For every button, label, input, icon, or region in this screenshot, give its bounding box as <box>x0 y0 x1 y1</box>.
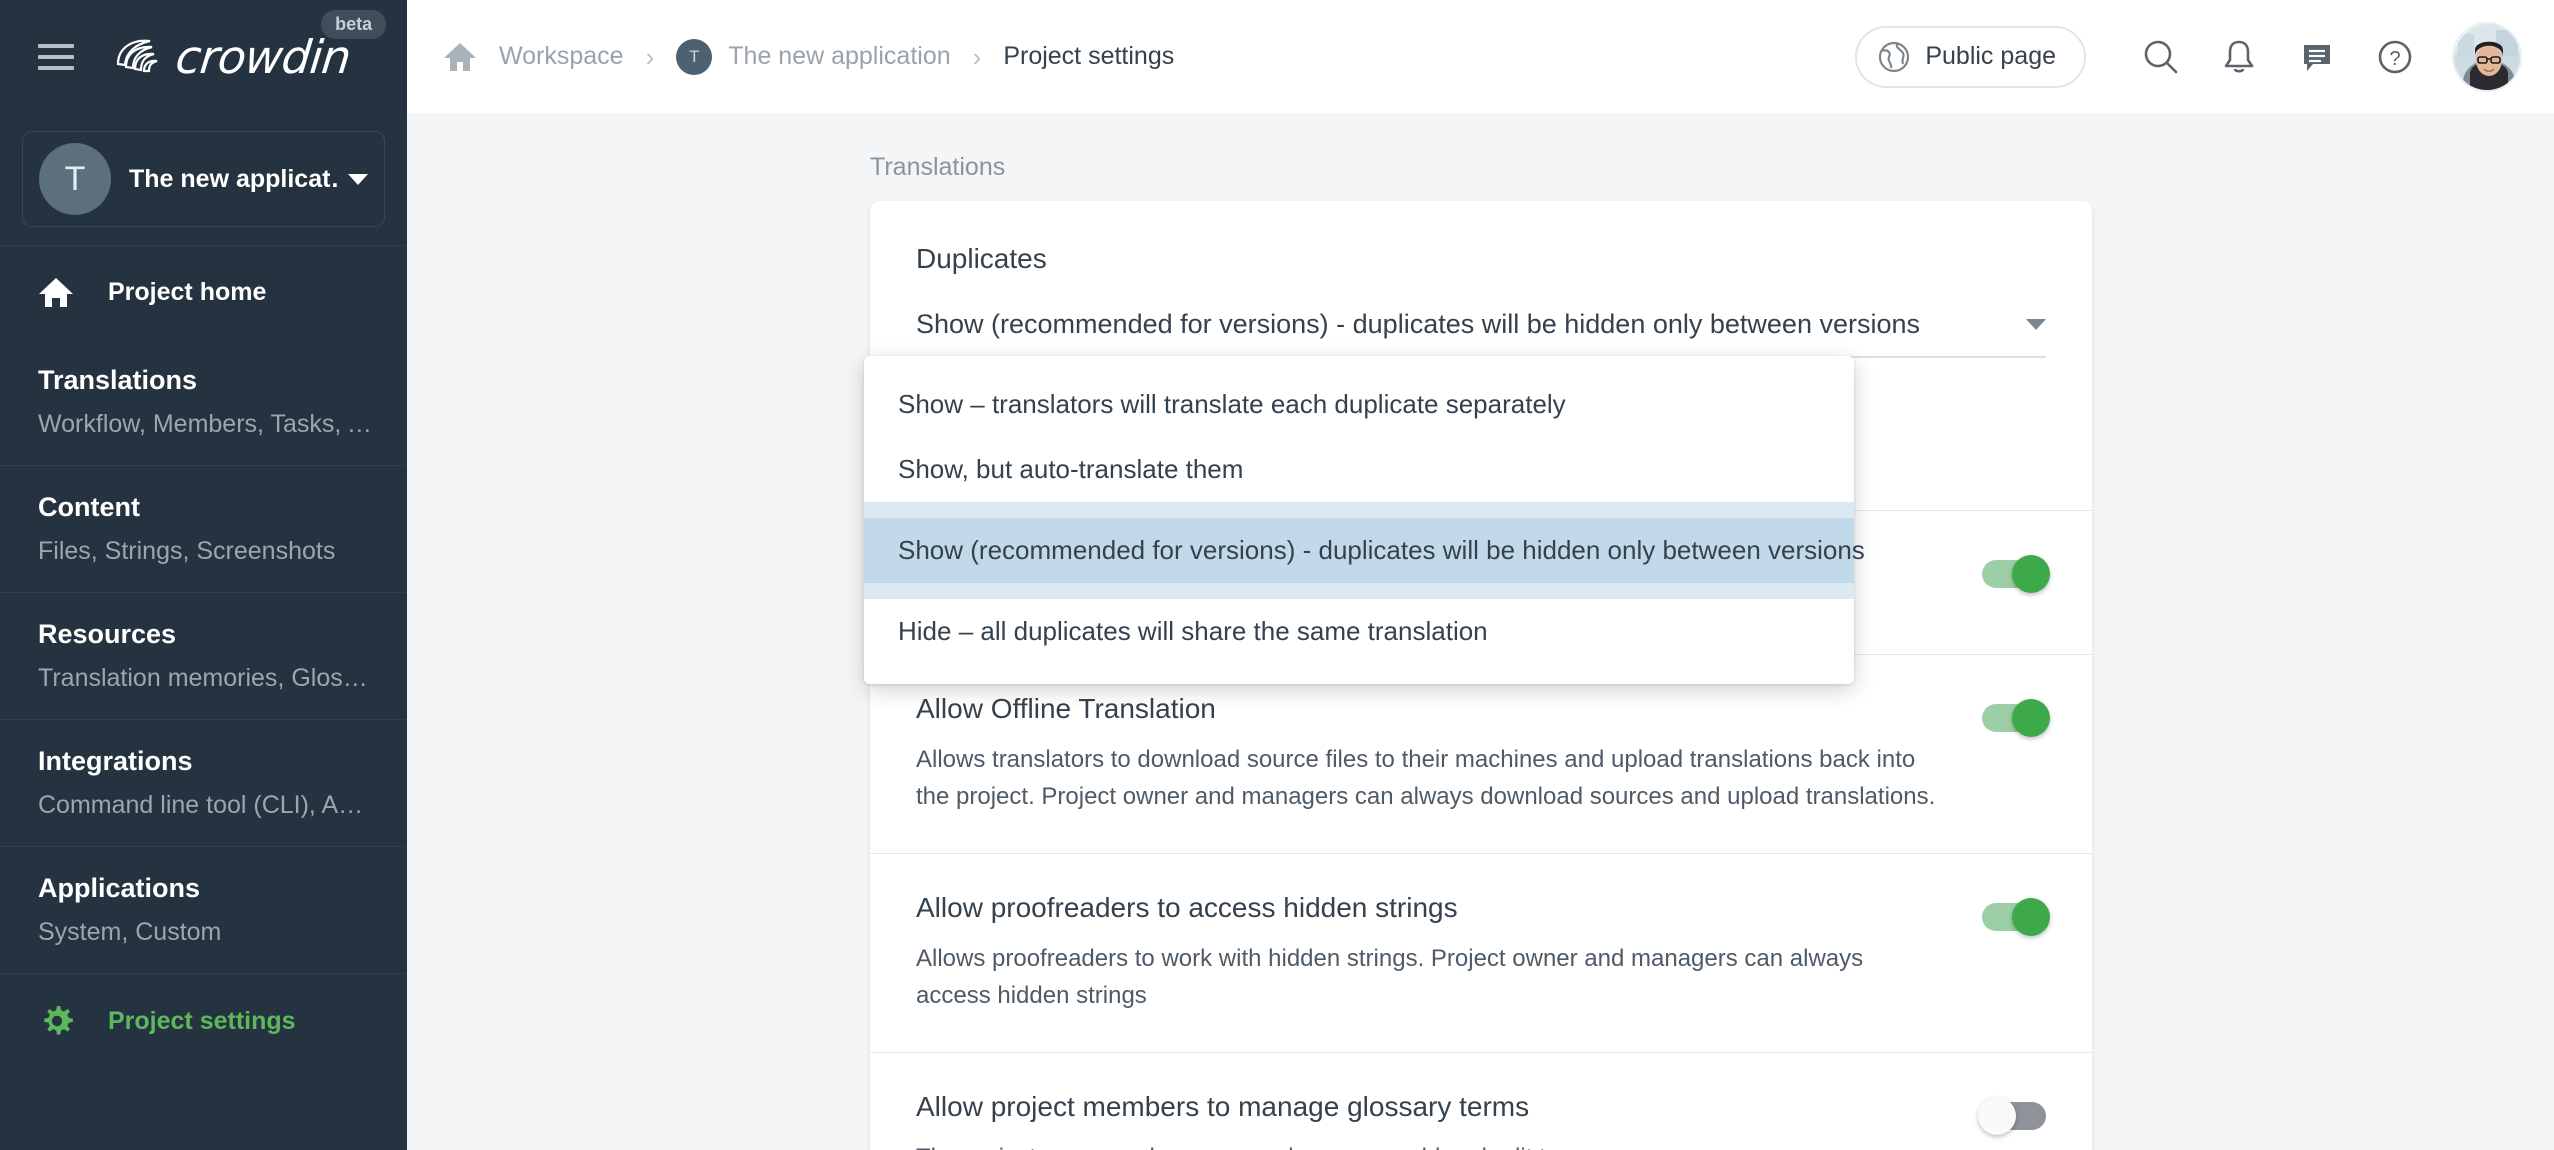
toggle-knob <box>2012 897 2050 936</box>
dropdown-selected-halo-top <box>864 502 1854 518</box>
toggle-allow-members-manage-glossary[interactable] <box>1978 1097 2046 1136</box>
toggle-knob <box>2012 554 2050 593</box>
chevron-down-icon <box>348 173 368 185</box>
sidebar-section-title: Content <box>38 492 140 522</box>
dropdown-option-3[interactable]: Hide – all duplicates will share the sam… <box>864 599 1854 664</box>
chevron-down-icon <box>2026 319 2046 330</box>
bell-icon[interactable] <box>2200 18 2278 96</box>
toggle-allow-offline-translation[interactable] <box>1982 698 2050 737</box>
top-bar: crowdin beta Workspace › T The new appli… <box>0 0 2554 113</box>
setting-text: Allow proofreaders to access hidden stri… <box>916 892 1982 1014</box>
svg-text:?: ? <box>2389 48 2400 70</box>
breadcrumb-item-project-settings: Project settings <box>1003 42 1175 70</box>
dropdown-selected-halo-bottom <box>864 583 1854 599</box>
setting-text: Allow Offline Translation Allows transla… <box>916 693 1982 815</box>
setting-description: Allows proofreaders to work with hidden … <box>916 944 1864 1010</box>
search-icon[interactable] <box>2122 18 2200 96</box>
project-name: The new applicat… <box>129 164 338 193</box>
setting-row-allow-members-manage-glossary: Allow project members to manage glossary… <box>870 1052 2092 1150</box>
sidebar-section-subtitle: System, Custom <box>38 918 222 946</box>
menu-icon[interactable] <box>38 43 74 70</box>
setting-text: Allow project members to manage glossary… <box>916 1091 1982 1150</box>
dropdown-option-2[interactable]: Show (recommended for versions) - duplic… <box>864 518 1865 583</box>
sidebar-item-resources[interactable]: Resources Translation memories, Glossari… <box>0 593 407 720</box>
brand-area: crowdin beta <box>0 0 407 113</box>
sidebar-item-label: Project settings <box>108 1006 296 1035</box>
breadcrumb-project-badge: T <box>676 38 713 75</box>
sidebar-item-applications[interactable]: Applications System, Custom <box>0 847 407 974</box>
duplicates-selected-value: Show (recommended for versions) - duplic… <box>916 309 1920 339</box>
sidebar-section-title: Applications <box>38 873 201 903</box>
sidebar-item-translations[interactable]: Translations Workflow, Members, Tasks, A… <box>0 339 407 466</box>
sidebar-section-subtitle: Workflow, Members, Tasks, Act… <box>38 410 407 438</box>
toggle-allow-proofreaders-hidden-strings[interactable] <box>1982 897 2050 936</box>
sidebar-item-project-home[interactable]: Project home <box>0 246 407 339</box>
setting-description: Allows translators to download source fi… <box>916 745 1936 810</box>
globe-icon <box>1879 41 1910 72</box>
home-icon <box>39 278 73 307</box>
sidebar-item-content[interactable]: Content Files, Strings, Screenshots <box>0 466 407 593</box>
section-label-translations: Translations <box>870 153 1006 181</box>
duplicates-label: Duplicates <box>916 243 1047 274</box>
sidebar-section-subtitle: Files, Strings, Screenshots <box>38 537 336 565</box>
sidebar-section-title: Translations <box>38 365 198 395</box>
help-icon[interactable]: ? <box>2356 18 2434 96</box>
duplicates-dropdown-menu: Show – translators will translate each d… <box>864 356 1865 684</box>
setting-description: The project owner and managers always ca… <box>916 1139 1942 1150</box>
sidebar-item-integrations[interactable]: Integrations Command line tool (CLI), AP… <box>0 720 407 847</box>
toggle-knob <box>1978 1097 2016 1136</box>
sidebar: T The new applicat… Project home Transla… <box>0 113 407 1150</box>
dropdown-option-1[interactable]: Show, but auto-translate them <box>864 437 1854 502</box>
logo-wordmark: crowdin <box>173 29 353 84</box>
toggle-knob <box>2012 698 2050 737</box>
dropdown-option-0[interactable]: Show – translators will translate each d… <box>864 372 1854 437</box>
main-content: Translations Duplicates Show (recommende… <box>407 113 2554 1150</box>
crowdin-logo[interactable]: crowdin beta <box>112 9 387 84</box>
crowdin-logo-mark <box>116 39 158 72</box>
public-page-label: Public page <box>1925 42 2056 70</box>
sidebar-item-label: Project home <box>108 278 267 306</box>
setting-title: Allow proofreaders to access hidden stri… <box>916 891 1458 923</box>
user-avatar[interactable] <box>2452 21 2522 92</box>
top-bar-content: Workspace › T The new application › Proj… <box>407 0 2554 113</box>
sidebar-section-subtitle: Command line tool (CLI), API, A… <box>38 791 407 819</box>
top-bar-actions: Public page ? <box>1855 18 2522 96</box>
sidebar-section-title: Resources <box>38 619 177 649</box>
duplicates-select[interactable]: Show (recommended for versions) - duplic… <box>916 309 2046 358</box>
breadcrumb-item-workspace[interactable]: Workspace <box>499 42 624 71</box>
public-page-button[interactable]: Public page <box>1855 25 2086 88</box>
toggle-hidden-row[interactable] <box>1982 554 2050 593</box>
project-avatar: T <box>39 143 111 215</box>
sidebar-item-project-settings[interactable]: Project settings <box>0 974 407 1068</box>
beta-badge: beta <box>321 9 387 39</box>
setting-title: Allow project members to manage glossary… <box>916 1091 1530 1123</box>
message-icon[interactable] <box>2278 18 2356 96</box>
gear-icon <box>44 1006 73 1035</box>
breadcrumb-item-project[interactable]: The new application <box>728 42 950 71</box>
setting-title: Allow Offline Translation <box>916 692 1216 724</box>
breadcrumb-separator-icon-2: › <box>972 41 982 72</box>
project-selector[interactable]: T The new applicat… <box>22 131 385 227</box>
home-icon[interactable] <box>443 41 477 73</box>
breadcrumb-separator-icon: › <box>645 41 655 72</box>
sidebar-section-subtitle: Translation memories, Glossari… <box>38 664 407 692</box>
sidebar-section-title: Integrations <box>38 746 193 776</box>
setting-row-allow-proofreaders-hidden-strings: Allow proofreaders to access hidden stri… <box>870 852 2092 1052</box>
breadcrumb: Workspace › T The new application › Proj… <box>443 38 1855 75</box>
